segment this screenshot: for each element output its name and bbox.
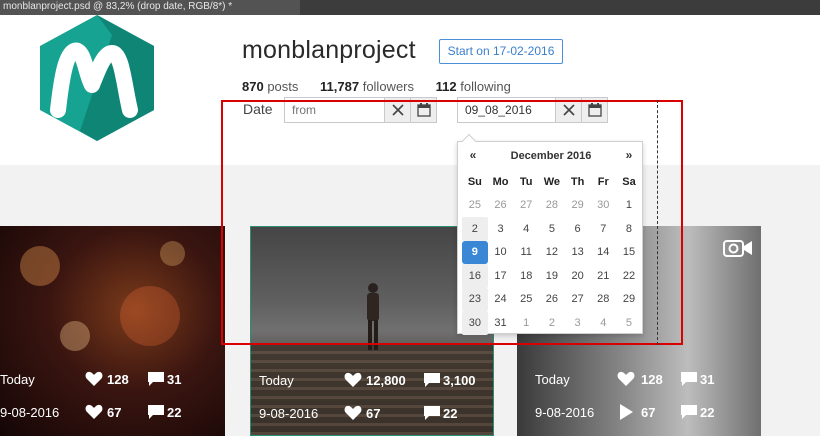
- comment-count: 22: [443, 406, 458, 421]
- annotation-highlight-box: [221, 100, 683, 345]
- stat-posts: 870 posts: [242, 79, 299, 94]
- profile-stats: 870 posts 11,787 followers 112 following: [242, 79, 529, 94]
- video-camera-icon: [723, 240, 752, 257]
- comment-icon: [424, 373, 440, 387]
- heart-icon: [85, 404, 103, 419]
- heart-icon: [85, 371, 103, 386]
- heart-icon: [617, 371, 635, 386]
- today-label: Today: [535, 372, 570, 387]
- comment-count: 31: [700, 372, 715, 387]
- bokeh-light: [160, 241, 185, 266]
- app-title-bar: monblanproject.psd @ 83,2% (drop date, R…: [0, 0, 820, 15]
- guide-line: [657, 100, 658, 345]
- date-label: 9-08-2016: [259, 406, 319, 421]
- like-count: 12,800: [366, 373, 406, 388]
- profile-username: monblanproject: [242, 36, 416, 64]
- post-card-1[interactable]: Today 128 31 9-08-2016 67 22: [0, 226, 225, 436]
- railway-track: [251, 345, 493, 435]
- like-count: 67: [366, 406, 381, 421]
- heart-icon: [344, 372, 362, 387]
- play-icon: [620, 404, 633, 420]
- comment-icon: [148, 372, 164, 386]
- date-label: 9-08-2016: [0, 405, 60, 420]
- comment-count: 3,100: [443, 373, 476, 388]
- like-count: 128: [641, 372, 663, 387]
- comment-count: 31: [167, 372, 182, 387]
- start-date-button[interactable]: Start on 17-02-2016: [439, 39, 563, 64]
- comment-count: 22: [167, 405, 182, 420]
- comment-icon: [424, 406, 440, 420]
- brand-logo-icon: [40, 15, 154, 141]
- comment-icon: [148, 405, 164, 419]
- comment-icon: [681, 405, 697, 419]
- document-tab-title: monblanproject.psd @ 83,2% (drop date, R…: [3, 1, 233, 12]
- comment-count: 22: [700, 405, 715, 420]
- heart-icon: [344, 405, 362, 420]
- bokeh-light: [20, 246, 60, 286]
- stat-followers: 11,787 followers: [320, 79, 414, 94]
- view-count: 67: [641, 405, 656, 420]
- like-count: 128: [107, 372, 129, 387]
- today-label: Today: [259, 373, 294, 388]
- stat-following: 112 following: [435, 79, 511, 94]
- today-label: Today: [0, 372, 35, 387]
- bokeh-light: [120, 286, 180, 346]
- bokeh-light: [60, 321, 90, 351]
- date-label: 9-08-2016: [535, 405, 595, 420]
- document-tab[interactable]: monblanproject.psd @ 83,2% (drop date, R…: [0, 0, 300, 15]
- comment-icon: [681, 372, 697, 386]
- like-count: 67: [107, 405, 122, 420]
